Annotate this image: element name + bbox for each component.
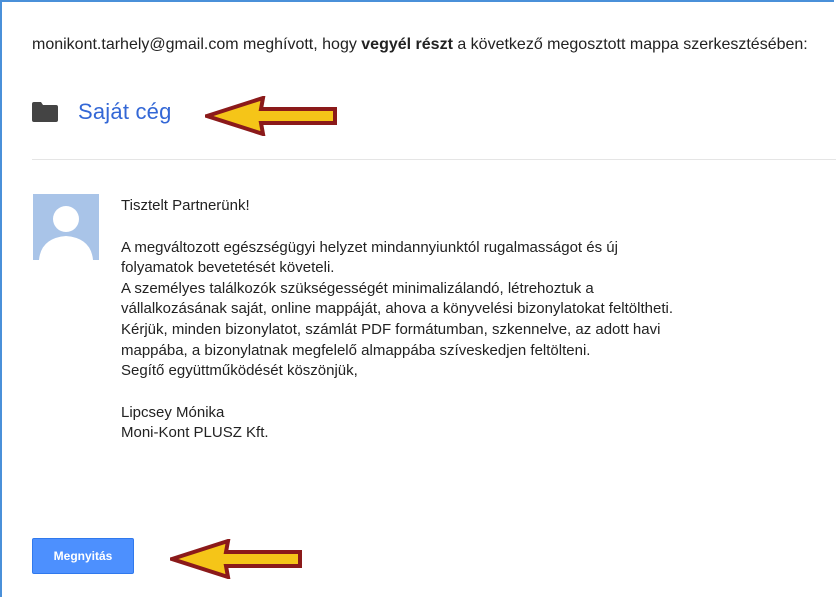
message-line: A személyes találkozók szükségességét mi…	[121, 279, 594, 297]
avatar	[33, 194, 99, 260]
email-card: monikont.tarhely@gmail.com meghívott, ho…	[0, 0, 836, 597]
folder-icon	[32, 102, 58, 122]
shared-folder-link[interactable]: Saját cég	[78, 99, 172, 125]
message-line: folyamatok bevetetését követeli.	[121, 259, 335, 277]
invite-text: monikont.tarhely@gmail.com meghívott, ho…	[32, 35, 822, 55]
open-button[interactable]: Megnyitás	[32, 538, 134, 574]
section-divider	[32, 159, 836, 160]
message-body: Tisztelt Partnerünk! A megváltozott egés…	[121, 196, 801, 444]
signature-company: Moni-Kont PLUSZ Kft.	[121, 424, 269, 442]
arrow-pointer-button-icon	[170, 539, 302, 579]
invite-text-after: a következő megosztott mappa szerkesztés…	[452, 36, 808, 53]
signature-name: Lipcsey Mónika	[121, 403, 225, 421]
invite-text-before: meghívott, hogy	[238, 36, 362, 53]
invite-sender: monikont.tarhely@gmail.com	[32, 36, 239, 53]
invite-text-bold: vegyél részt	[361, 36, 453, 53]
message-line: vállalkozásának saját, online mappáját, …	[121, 300, 673, 318]
message-line: mappába, a bizonylatnak megfelelő almapp…	[121, 341, 591, 359]
shared-folder-row[interactable]: Saját cég	[32, 96, 172, 128]
message-line: Kérjük, minden bizonylatot, számlát PDF …	[121, 320, 661, 338]
message-line: Segítő együttműködését köszönjük,	[121, 362, 358, 380]
message-line: A megváltozott egészségügyi helyzet mind…	[121, 238, 618, 256]
message-greeting: Tisztelt Partnerünk!	[121, 197, 250, 214]
arrow-pointer-folder-icon	[205, 96, 337, 136]
